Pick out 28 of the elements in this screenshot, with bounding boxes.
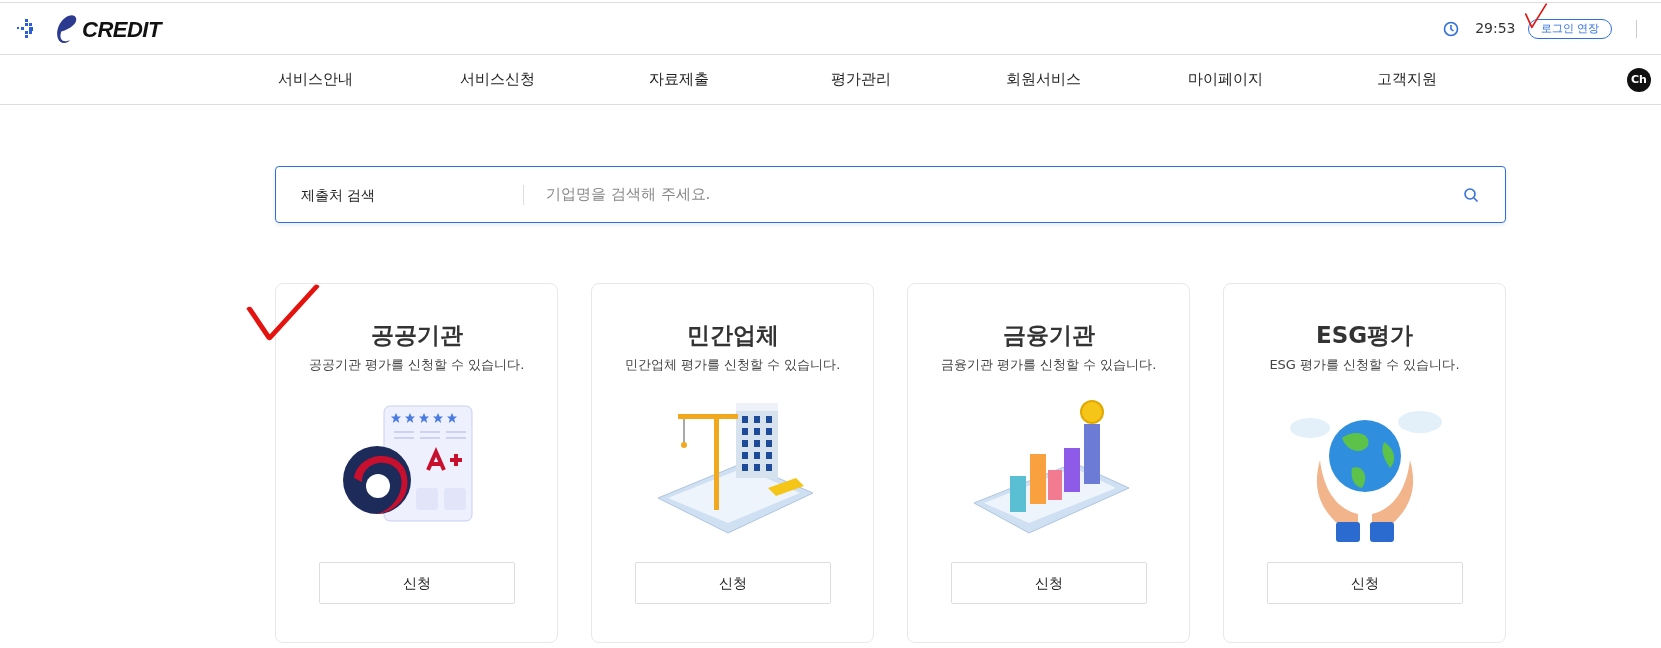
card-title: 금융기관: [1002, 321, 1095, 350]
card-title: ESG평가: [1315, 321, 1414, 350]
search-icon[interactable]: [1463, 186, 1479, 203]
card-description: 공공기관 평가를 신청할 수 있습니다.: [308, 355, 525, 374]
nav-link[interactable]: 서비스안내: [224, 68, 406, 91]
nav-link[interactable]: 서비스신청: [406, 68, 588, 91]
session-timer: 29:53: [1475, 19, 1516, 38]
nav-link[interactable]: 마이페이지: [1134, 68, 1316, 91]
nav-link[interactable]: 자료제출: [588, 68, 770, 91]
card-description: ESG 평가를 신청할 수 있습니다.: [1269, 355, 1460, 374]
ecredit-logo[interactable]: CREDIT: [54, 11, 161, 46]
apply-button[interactable]: 신청: [318, 562, 515, 604]
search-label: 제출처 검색: [276, 184, 524, 205]
apply-button[interactable]: 신청: [634, 562, 831, 604]
nav-link[interactable]: 회원서비스: [952, 68, 1134, 91]
card-description: 민간업체 평가를 신청할 수 있습니다.: [624, 355, 841, 374]
apply-button[interactable]: 신청: [1266, 562, 1463, 604]
login-extend-button[interactable]: 로그인 연장: [1527, 18, 1612, 39]
nav-link[interactable]: 고객지원: [1316, 68, 1498, 91]
card-title: 공공기관: [370, 321, 463, 350]
nav-link[interactable]: 평가관리: [770, 68, 952, 91]
card-description: 금융기관 평가를 신청할 수 있습니다.: [940, 355, 1157, 374]
search-field[interactable]: 제출처 검색 기업명을 검색해 주세요.: [275, 166, 1506, 223]
clock-icon: [1443, 20, 1460, 37]
chat-badge[interactable]: Ch: [1627, 68, 1651, 92]
apply-button[interactable]: 신청: [950, 562, 1147, 604]
card-title: 민간업체: [686, 321, 779, 350]
search-input[interactable]: 기업명을 검색해 주세요.: [524, 182, 1463, 207]
